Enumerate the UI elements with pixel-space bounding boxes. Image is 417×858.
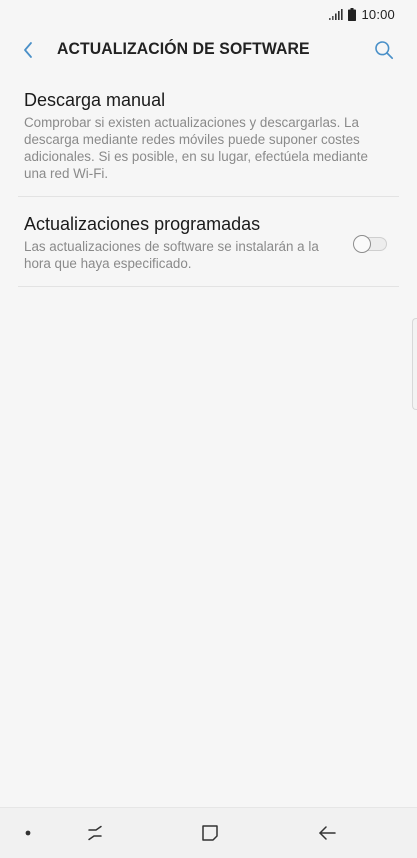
app-bar: ACTUALIZACIÓN DE SOFTWARE xyxy=(0,28,417,72)
back-button[interactable] xyxy=(14,36,42,64)
search-icon xyxy=(374,40,394,60)
setting-title: Actualizaciones programadas xyxy=(24,214,261,234)
signal-icon xyxy=(329,8,344,20)
search-button[interactable] xyxy=(371,37,397,63)
setting-description: Comprobar si existen actualizaciones y d… xyxy=(24,115,368,181)
setting-description: Las actualizaciones de software se insta… xyxy=(24,239,319,271)
page-title: ACTUALIZACIÓN DE SOFTWARE xyxy=(57,39,310,58)
setting-title: Descarga manual xyxy=(24,90,166,110)
scheduled-updates-toggle[interactable] xyxy=(353,235,389,253)
setting-manual-download[interactable]: Descarga manual Comprobar si existen act… xyxy=(18,72,399,197)
toggle-thumb xyxy=(353,235,371,253)
recent-apps-button[interactable] xyxy=(78,808,112,858)
back-arrow-icon xyxy=(318,826,336,840)
edge-panel-handle[interactable] xyxy=(412,318,417,410)
navigation-bar xyxy=(0,807,417,858)
status-bar: 10:00 xyxy=(0,0,417,28)
home-button[interactable] xyxy=(193,808,227,858)
battery-icon xyxy=(348,7,357,21)
dot-icon xyxy=(25,830,31,836)
status-time: 10:00 xyxy=(361,6,395,22)
settings-list: Descarga manual Comprobar si existen act… xyxy=(18,72,399,287)
chevron-left-icon xyxy=(22,41,34,59)
recent-apps-icon xyxy=(86,825,104,841)
home-icon xyxy=(201,824,219,842)
nav-dot-button[interactable] xyxy=(14,808,42,858)
setting-scheduled-updates[interactable]: Actualizaciones programadas Las actualiz… xyxy=(18,197,399,287)
back-nav-button[interactable] xyxy=(310,808,344,858)
